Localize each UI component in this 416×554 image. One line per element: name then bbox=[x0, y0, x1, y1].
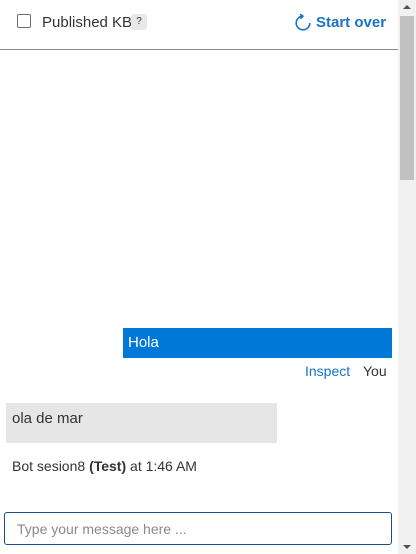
inspect-link[interactable]: Inspect bbox=[305, 362, 350, 380]
published-kb-checkbox[interactable] bbox=[17, 14, 31, 28]
chat-header: Published KB ? Start over bbox=[0, 0, 398, 50]
bot-name: Bot sesion8 bbox=[12, 458, 86, 474]
start-over-label: Start over bbox=[316, 14, 387, 31]
bot-message-bubble: ola de mar bbox=[6, 403, 277, 443]
vertical-scrollbar[interactable] bbox=[398, 0, 416, 554]
refresh-icon bbox=[295, 14, 311, 31]
bot-message-meta: Bot sesion8 (Test) at 1:46 AM bbox=[12, 457, 197, 475]
scroll-down-arrow-icon[interactable] bbox=[398, 540, 416, 554]
bot-environment-tag: (Test) bbox=[89, 458, 127, 474]
scroll-up-arrow-icon[interactable] bbox=[398, 0, 416, 14]
help-icon[interactable]: ? bbox=[131, 14, 147, 30]
published-kb-label[interactable]: Published KB bbox=[42, 14, 132, 32]
message-input[interactable] bbox=[17, 517, 377, 541]
sender-you-label: You bbox=[363, 363, 387, 379]
scrollbar-thumb[interactable] bbox=[400, 16, 414, 180]
user-message-bubble: Hola bbox=[123, 328, 392, 358]
message-input-box bbox=[4, 512, 392, 545]
chat-panel: Published KB ? Start over Hola Inspect Y… bbox=[0, 0, 398, 554]
bot-message-time: at 1:46 AM bbox=[130, 458, 197, 474]
